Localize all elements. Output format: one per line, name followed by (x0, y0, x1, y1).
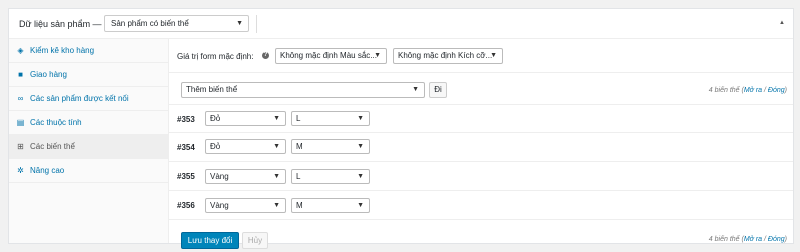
tab-attributes[interactable]: ▤ Các thuộc tính (9, 111, 168, 135)
collapse-toggle-icon[interactable]: ▲ (779, 20, 785, 26)
variation-color-value: Vàng (210, 201, 229, 210)
tab-advanced[interactable]: ✲ Nâng cao (9, 159, 168, 183)
collapse-link[interactable]: Đóng (768, 236, 785, 243)
cancel-button[interactable]: Hủy (242, 232, 268, 249)
variation-size-value: M (296, 201, 303, 210)
chevron-down-icon: ▼ (490, 52, 497, 59)
table-icon: ▤ (16, 118, 25, 127)
variation-count-footer: 4 biến thể (Mở ra / Đóng) (708, 236, 787, 243)
chevron-down-icon: ▼ (357, 115, 364, 122)
variation-action-select[interactable]: Thêm biến thể ▼ (181, 82, 425, 98)
variation-size-value: L (296, 172, 301, 181)
variation-color-value: Vàng (210, 172, 229, 181)
tab-label: Nâng cao (30, 166, 65, 175)
variation-actions-row: Thêm biến thể ▼ Đi 4 biến thể (Mở ra / Đ… (169, 73, 793, 105)
chevron-down-icon: ▼ (374, 52, 381, 59)
variations-content: Giá trị form mặc định: ? Không mặc định … (169, 39, 793, 249)
variation-color-select[interactable]: Đỏ ▼ (205, 111, 286, 126)
chevron-down-icon: ▼ (273, 173, 280, 180)
variation-size-select[interactable]: M ▼ (291, 139, 370, 154)
variation-size-select[interactable]: L ▼ (291, 111, 370, 126)
default-color-select[interactable]: Không mặc định Màu sắc... ▼ (275, 48, 387, 64)
tab-inventory[interactable]: ◈ Kiểm kê kho hàng (9, 39, 168, 63)
panel-title: Dữ liệu sản phẩm — (19, 19, 102, 29)
tab-linked-products[interactable]: ∞ Các sản phẩm được kết nối (9, 87, 168, 111)
collapse-link[interactable]: Đóng (768, 87, 785, 94)
chevron-down-icon: ▼ (357, 202, 364, 209)
default-form-values-row: Giá trị form mặc định: ? Không mặc định … (169, 39, 793, 73)
gear-icon: ✲ (17, 166, 24, 175)
variation-count-text: 4 biến thể (708, 87, 740, 94)
variation-size-value: M (296, 142, 303, 151)
tab-label: Các biến thể (30, 142, 75, 151)
variation-id: #354 (177, 143, 195, 152)
product-data-panel: Dữ liệu sản phẩm — Sản phẩm có biến thể … (8, 8, 794, 249)
variation-size-value: L (296, 114, 301, 123)
variation-color-select[interactable]: Vàng ▼ (205, 198, 286, 213)
chevron-down-icon: ▼ (273, 115, 280, 122)
header-divider (256, 15, 257, 33)
expand-collapse-separator: / (764, 236, 766, 243)
tag-icon: ◈ (17, 46, 24, 55)
chevron-down-icon: ▼ (412, 86, 419, 93)
tab-label: Kiểm kê kho hàng (30, 46, 95, 55)
product-type-select[interactable]: Sản phẩm có biến thể ▼ (104, 15, 249, 32)
variation-count-text: 4 biến thể (708, 236, 740, 243)
variation-color-value: Đỏ (210, 142, 221, 151)
chevron-down-icon: ▼ (357, 173, 364, 180)
chevron-down-icon: ▼ (273, 202, 280, 209)
go-button[interactable]: Đi (429, 82, 447, 98)
variation-count: 4 biến thể (Mở ra / Đóng) (708, 87, 787, 94)
variation-row[interactable]: #353 Đỏ ▼ L ▼ (169, 105, 793, 133)
default-color-value: Không mặc định Màu sắc... (280, 51, 377, 60)
variation-row[interactable]: #356 Vàng ▼ M ▼ (169, 191, 793, 220)
variation-row[interactable]: #355 Vàng ▼ L ▼ (169, 162, 793, 191)
grid-icon: ⊞ (17, 142, 24, 151)
variation-id: #356 (177, 201, 195, 210)
tab-label: Các thuộc tính (30, 118, 82, 127)
variation-action-value: Thêm biến thể (186, 85, 238, 94)
expand-collapse-separator: / (764, 87, 766, 94)
tab-variations[interactable]: ⊞ Các biến thể (9, 135, 168, 159)
expand-link[interactable]: Mở ra (744, 87, 762, 94)
chevron-down-icon: ▼ (236, 20, 243, 27)
variation-color-select[interactable]: Vàng ▼ (205, 169, 286, 184)
product-type-value: Sản phẩm có biến thể (111, 19, 189, 28)
variation-color-value: Đỏ (210, 114, 221, 123)
expand-link[interactable]: Mở ra (744, 236, 762, 243)
variation-row[interactable]: #354 Đỏ ▼ M ▼ (169, 133, 793, 162)
variation-id: #353 (177, 115, 195, 124)
help-icon[interactable]: ? (262, 52, 269, 59)
tab-label: Giao hàng (30, 70, 67, 79)
save-changes-button[interactable]: Lưu thay đổi (181, 232, 239, 249)
variation-id: #355 (177, 172, 195, 181)
variation-size-select[interactable]: L ▼ (291, 169, 370, 184)
tab-label: Các sản phẩm được kết nối (30, 94, 129, 103)
default-size-select[interactable]: Không mặc định Kích cỡ... ▼ (393, 48, 503, 64)
panel-header: Dữ liệu sản phẩm — Sản phẩm có biến thể … (9, 9, 793, 39)
default-values-label: Giá trị form mặc định: (177, 52, 254, 61)
variation-color-select[interactable]: Đỏ ▼ (205, 139, 286, 154)
variation-size-select[interactable]: M ▼ (291, 198, 370, 213)
tab-shipping[interactable]: ■ Giao hàng (9, 63, 168, 87)
truck-icon: ■ (18, 70, 23, 79)
product-data-tabs: ◈ Kiểm kê kho hàng ■ Giao hàng ∞ Các sản… (9, 39, 169, 243)
default-size-value: Không mặc định Kích cỡ... (398, 51, 493, 60)
chevron-down-icon: ▼ (357, 143, 364, 150)
chevron-down-icon: ▼ (273, 143, 280, 150)
link-icon: ∞ (17, 94, 24, 103)
